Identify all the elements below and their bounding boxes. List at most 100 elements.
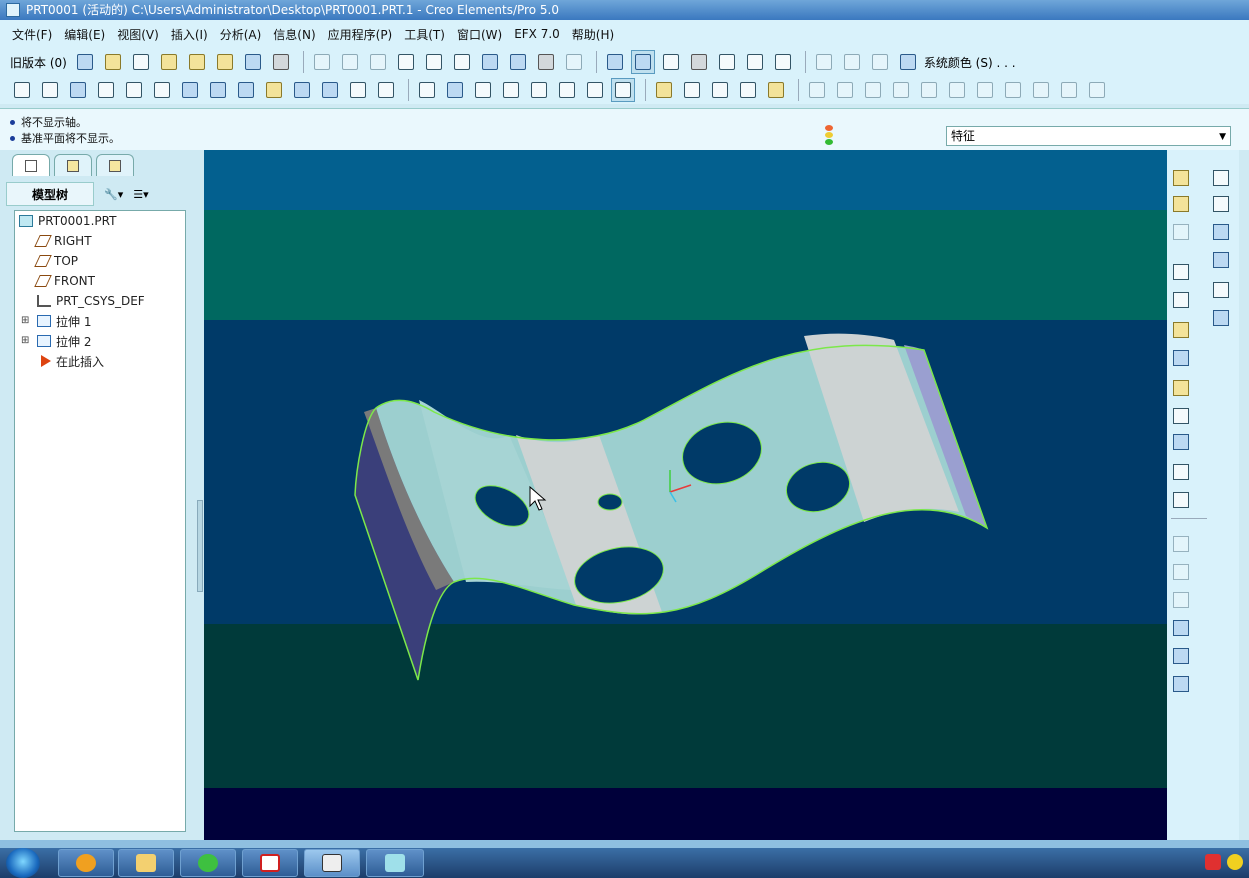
- tray-app-icon[interactable]: [1205, 854, 1221, 870]
- taskbar-browser-icon[interactable]: [180, 849, 236, 877]
- zoom-out-icon[interactable]: [743, 50, 767, 74]
- tab-model-tree[interactable]: [12, 154, 50, 176]
- measure-distance-icon[interactable]: [10, 78, 34, 102]
- menu-applications[interactable]: 应用程序(P): [322, 26, 399, 43]
- sketch-plane-icon[interactable]: [833, 78, 857, 102]
- tree-item-csys[interactable]: PRT_CSYS_DEF: [37, 291, 145, 311]
- menu-tools[interactable]: 工具(T): [398, 26, 451, 43]
- menu-edit[interactable]: 编辑(E): [58, 26, 111, 43]
- layers-icon[interactable]: [443, 78, 467, 102]
- blend-icon[interactable]: [1001, 78, 1025, 102]
- taskbar-pdf-icon[interactable]: [242, 849, 298, 877]
- boundary-blend-icon[interactable]: [1211, 250, 1231, 270]
- menu-file[interactable]: 文件(F): [6, 26, 58, 43]
- find-icon[interactable]: [534, 50, 558, 74]
- frame-icon[interactable]: [917, 78, 941, 102]
- edit-analysis-icon[interactable]: [374, 78, 398, 102]
- open-icon[interactable]: [213, 50, 237, 74]
- tab-folder-browser[interactable]: [54, 154, 92, 176]
- sweep-tool-icon[interactable]: [1211, 222, 1231, 242]
- curvature-icon[interactable]: [178, 78, 202, 102]
- measure-length-icon[interactable]: [94, 78, 118, 102]
- extrude-tool-icon[interactable]: [1171, 534, 1191, 554]
- old-version-button[interactable]: 旧版本 (0): [10, 54, 67, 71]
- dimension-tool-icon[interactable]: [1171, 262, 1191, 282]
- reference-dim-icon[interactable]: [1171, 290, 1191, 310]
- window-title-bar[interactable]: PRT0001 (活动的) C:\Users\Administrator\Des…: [0, 0, 1249, 20]
- curve-analysis-icon[interactable]: [66, 78, 90, 102]
- cut-icon[interactable]: [366, 50, 390, 74]
- section-icon[interactable]: [206, 78, 230, 102]
- select-box-icon[interactable]: [562, 50, 586, 74]
- print-icon[interactable]: [269, 50, 293, 74]
- chamfer-tool-icon[interactable]: [1171, 618, 1191, 638]
- tree-settings-icon[interactable]: 🔧▾: [104, 188, 123, 201]
- spin-center-icon[interactable]: [630, 50, 655, 74]
- open-folder-icon[interactable]: [101, 50, 125, 74]
- system-colors-button[interactable]: 系统颜色 (S) . . .: [924, 54, 1016, 71]
- plane-offset-icon[interactable]: [1171, 194, 1191, 214]
- saved-views-icon[interactable]: [499, 78, 523, 102]
- tree-item-insert-here[interactable]: 在此插入: [41, 351, 104, 371]
- style-icon[interactable]: [805, 78, 829, 102]
- reorient-icon[interactable]: [471, 78, 495, 102]
- tab-favorites[interactable]: [96, 154, 134, 176]
- taskbar-ggg-icon[interactable]: [304, 849, 360, 877]
- measure-angle-icon[interactable]: [122, 78, 146, 102]
- save-icon[interactable]: [241, 50, 265, 74]
- panel-splitter[interactable]: [197, 500, 203, 592]
- new-file-icon[interactable]: [129, 50, 153, 74]
- repaint-icon[interactable]: [603, 50, 627, 74]
- rib-tool-icon[interactable]: [1171, 674, 1191, 694]
- start-button[interactable]: [6, 848, 40, 878]
- menu-view[interactable]: 视图(V): [111, 26, 165, 43]
- tree-item-extrude-1[interactable]: 拉伸 1: [37, 311, 91, 331]
- view-manager-icon[interactable]: [415, 78, 439, 102]
- revolve-dim-icon[interactable]: [861, 78, 885, 102]
- clipboard-icon[interactable]: [868, 50, 892, 74]
- grid-icon[interactable]: [1085, 78, 1109, 102]
- taskbar-qq-icon[interactable]: [58, 849, 114, 877]
- undo-icon[interactable]: [310, 50, 334, 74]
- insert-icon[interactable]: [945, 78, 969, 102]
- menu-insert[interactable]: 插入(I): [165, 26, 214, 43]
- rename-icon[interactable]: [185, 50, 209, 74]
- datum-points-toggle-icon[interactable]: [708, 78, 732, 102]
- shell-tool-icon[interactable]: [1211, 280, 1231, 300]
- regen-manager-icon[interactable]: [506, 50, 530, 74]
- tree-item-extrude-2[interactable]: 拉伸 2: [37, 331, 91, 351]
- revolve-tool-icon[interactable]: [1211, 194, 1231, 214]
- shading-icon[interactable]: [611, 78, 635, 102]
- mirror-icon[interactable]: [1057, 78, 1081, 102]
- save-version-icon[interactable]: [73, 50, 97, 74]
- taskbar-creo-icon[interactable]: [366, 849, 424, 877]
- axis-dim-icon[interactable]: [889, 78, 913, 102]
- taskbar-explorer-icon[interactable]: [118, 849, 174, 877]
- draft-analysis-icon[interactable]: [290, 78, 314, 102]
- reflection-icon[interactable]: [318, 78, 342, 102]
- no-hidden-icon[interactable]: [583, 78, 607, 102]
- paste-icon[interactable]: [422, 50, 446, 74]
- extrude-dim-icon[interactable]: [973, 78, 997, 102]
- measure-diameter-icon[interactable]: [150, 78, 174, 102]
- menu-window[interactable]: 窗口(W): [451, 26, 508, 43]
- curve-tool-icon[interactable]: [1171, 348, 1191, 368]
- sketch-tool-icon[interactable]: [1171, 320, 1191, 340]
- datum-planes-toggle-icon[interactable]: [652, 78, 676, 102]
- paste-layer-icon[interactable]: [840, 50, 864, 74]
- graphics-viewport[interactable]: [204, 150, 1167, 840]
- datum-axis-tool-icon[interactable]: [1211, 168, 1231, 188]
- pattern-tool-icon[interactable]: [1211, 308, 1231, 328]
- offset-icon[interactable]: [234, 78, 258, 102]
- edit-sketch-icon[interactable]: [157, 50, 181, 74]
- sweep-icon[interactable]: [1029, 78, 1053, 102]
- selection-filter-dropdown[interactable]: 特征 ▼: [946, 126, 1231, 146]
- tree-item-right[interactable]: RIGHT: [34, 231, 92, 251]
- regenerate-icon[interactable]: [478, 50, 502, 74]
- tree-item-part[interactable]: PRT0001.PRT: [19, 211, 116, 231]
- point-tool-icon[interactable]: [1171, 490, 1191, 510]
- redo-icon[interactable]: [338, 50, 362, 74]
- menu-efx[interactable]: EFX 7.0: [508, 27, 566, 41]
- appearance-sphere-icon[interactable]: [687, 50, 711, 74]
- copy-layer-icon[interactable]: [812, 50, 836, 74]
